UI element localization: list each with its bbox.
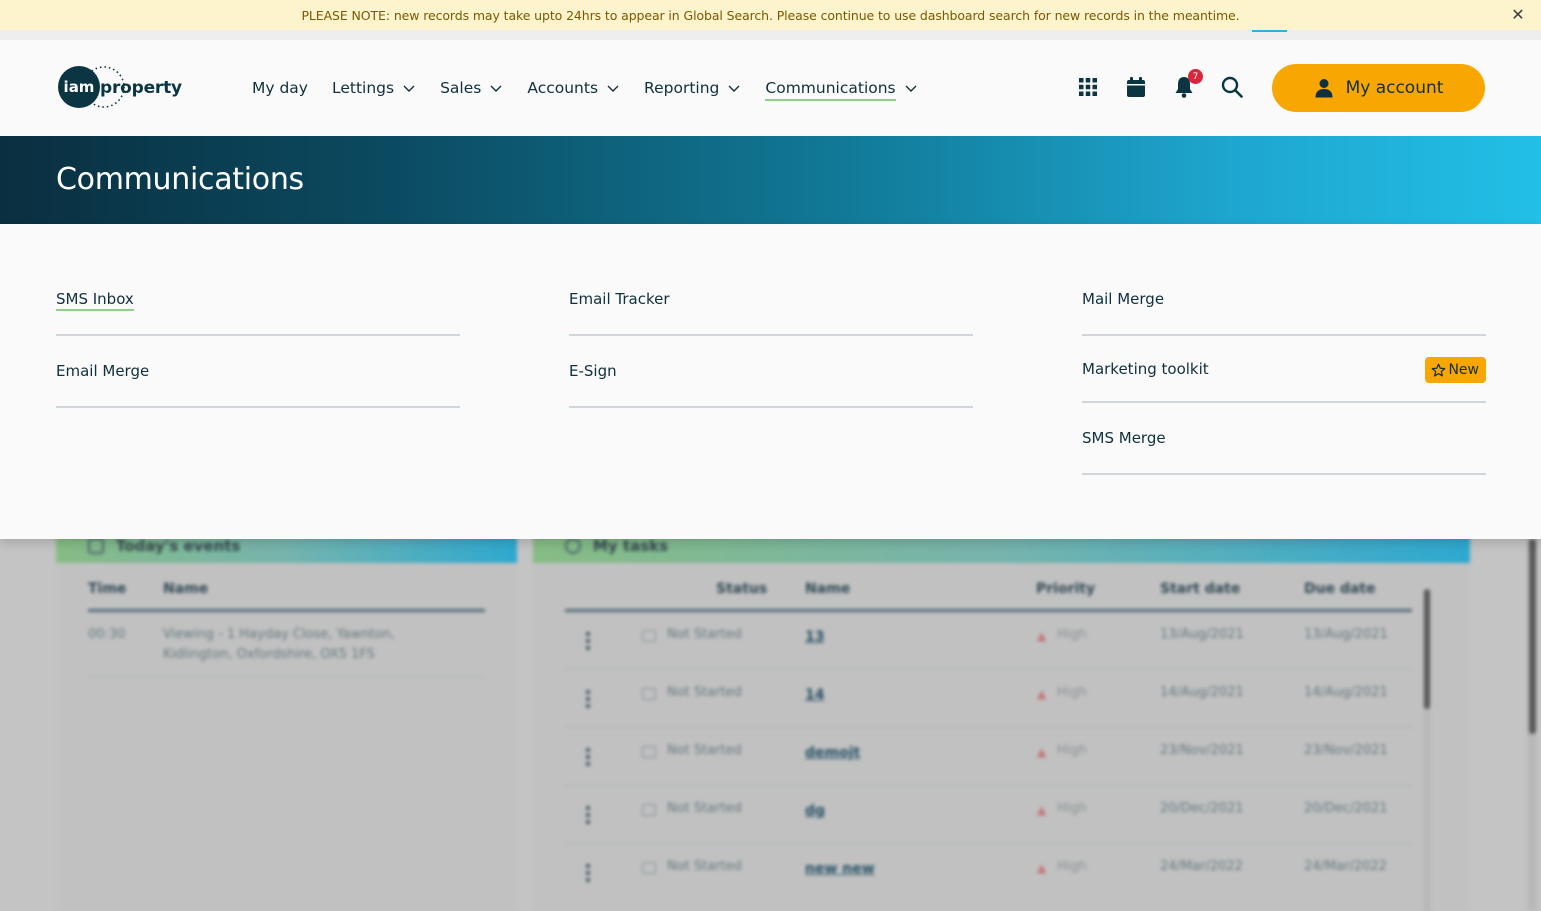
menu-item-label: E-Sign	[569, 362, 617, 380]
nav-label: Sales	[440, 79, 482, 97]
menu-column-1: SMS Inbox Email Merge	[56, 264, 460, 408]
menu-item-label: SMS Merge	[1082, 429, 1166, 447]
section-banner: Communications	[0, 136, 1541, 224]
nav-label: Reporting	[644, 79, 720, 97]
menu-item-email-merge[interactable]: Email Merge	[56, 336, 460, 408]
nav-label: Lettings	[331, 79, 395, 97]
chevron-down-icon	[403, 85, 415, 92]
nav-lettings[interactable]: Lettings	[332, 73, 416, 103]
menu-item-e-sign[interactable]: E-Sign	[569, 336, 973, 408]
menu-column-3: Mail Merge Marketing toolkit New SMS Mer…	[1082, 264, 1486, 475]
chevron-down-icon	[607, 85, 619, 92]
nav-sales[interactable]: Sales	[440, 73, 503, 103]
nav-my-day[interactable]: My day	[252, 73, 308, 103]
nav-communications[interactable]: Communications	[765, 73, 917, 103]
page-title: Communications	[56, 162, 304, 197]
dim-overlay	[0, 539, 1541, 911]
new-badge: New	[1425, 357, 1486, 383]
nav-reporting[interactable]: Reporting	[644, 73, 741, 103]
iam-property-logo[interactable]: iam property	[58, 65, 184, 111]
menu-item-marketing-toolkit[interactable]: Marketing toolkit New	[1082, 336, 1486, 403]
menu-column-2: Email Tracker E-Sign	[569, 264, 973, 408]
menu-item-mail-merge[interactable]: Mail Merge	[1082, 264, 1486, 336]
nav-label: My day	[252, 79, 308, 97]
menu-item-email-tracker[interactable]: Email Tracker	[569, 264, 973, 336]
communications-dropdown: SMS Inbox Email Merge Email Tracker E-Si…	[0, 224, 1541, 539]
nav-accounts[interactable]: Accounts	[527, 73, 620, 103]
logo-iam: iam	[63, 78, 95, 96]
star-icon	[1432, 363, 1446, 377]
top-header: iam property My day Lettings Sales Accou…	[0, 40, 1541, 136]
menu-item-label: Marketing toolkit	[1082, 360, 1209, 378]
menu-item-sms-merge[interactable]: SMS Merge	[1082, 403, 1486, 475]
notice-text: PLEASE NOTE: new records may take upto 2…	[301, 7, 1240, 23]
chevron-down-icon	[490, 85, 502, 92]
menu-item-label: Mail Merge	[1082, 290, 1165, 308]
main-nav: My day Lettings Sales Accounts Reporting…	[252, 40, 942, 136]
menu-item-label: SMS Inbox	[56, 290, 134, 311]
menu-item-label: Email Tracker	[569, 290, 670, 308]
chevron-down-icon	[905, 85, 917, 92]
notice-gap	[0, 30, 1541, 40]
nav-label: Communications	[765, 79, 896, 101]
my-account-button[interactable]: My account	[1272, 64, 1485, 112]
user-icon	[1315, 79, 1333, 98]
search-icon[interactable]	[1219, 74, 1245, 100]
close-icon[interactable]: ✕	[1509, 5, 1527, 24]
dashboard-background: Today's events Time Name 00:30 Viewing -…	[0, 539, 1541, 911]
menu-item-label: Email Merge	[56, 362, 150, 380]
apps-grid-icon[interactable]	[1075, 74, 1101, 100]
bell-icon[interactable]: 7	[1171, 69, 1203, 100]
notice-accent	[1252, 30, 1287, 32]
calendar-icon[interactable]	[1123, 74, 1149, 100]
my-account-label: My account	[1345, 78, 1444, 98]
logo-circle-icon: iam	[58, 65, 125, 111]
notification-badge: 7	[1188, 69, 1203, 84]
nav-label: Accounts	[527, 79, 599, 97]
menu-item-sms-inbox[interactable]: SMS Inbox	[56, 264, 460, 336]
notice-bar: PLEASE NOTE: new records may take upto 2…	[0, 0, 1541, 30]
new-badge-label: New	[1448, 362, 1479, 378]
chevron-down-icon	[728, 85, 740, 92]
